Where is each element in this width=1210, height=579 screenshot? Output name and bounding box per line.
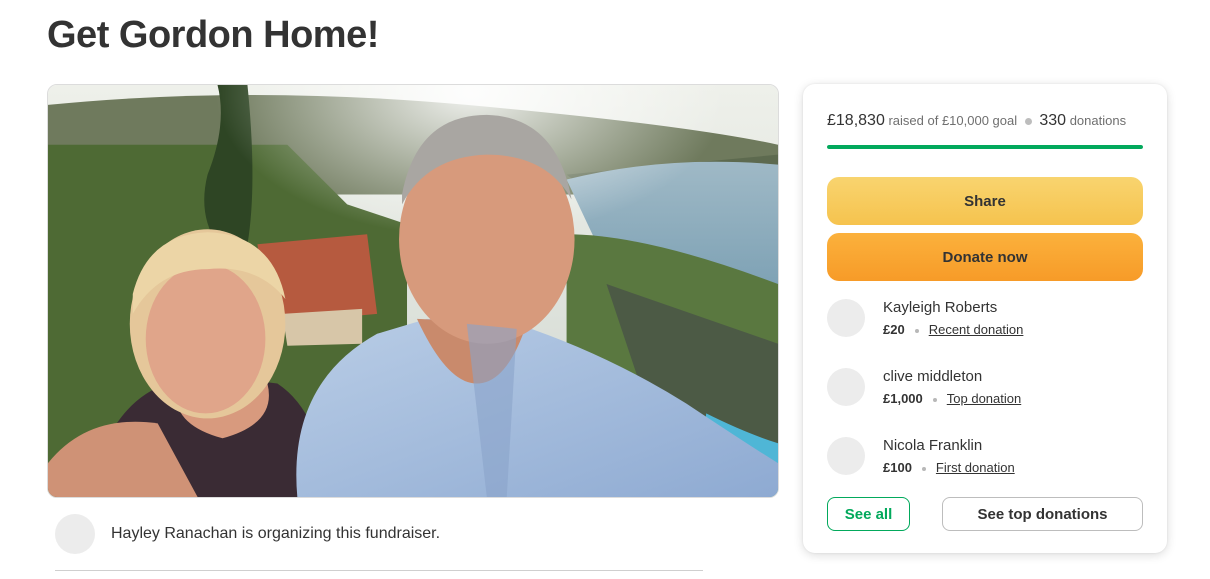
separator-dot — [914, 328, 919, 333]
donor-info: Kayleigh Roberts £20 Recent donation — [883, 298, 1023, 339]
donor-info: Nicola Franklin £100 First donation — [883, 436, 1015, 477]
separator-dot — [932, 397, 937, 402]
see-all-button[interactable]: See all — [827, 497, 910, 531]
see-top-donations-button[interactable]: See top donations — [942, 497, 1143, 531]
donor-meta: £20 Recent donation — [883, 321, 1023, 339]
donor-avatar — [827, 437, 865, 475]
donor-meta: £1,000 Top donation — [883, 390, 1021, 408]
organizer-text: Hayley Ranachan is organizing this fundr… — [111, 524, 441, 542]
share-button[interactable]: Share — [827, 177, 1143, 225]
donation-card: £18,830 raised of £10,000 goal 330 donat… — [803, 84, 1167, 553]
progress-fill — [827, 145, 1143, 149]
organizer-row: Hayley Ranachan is organizing this fundr… — [55, 513, 703, 571]
donor-amount: £1,000 — [883, 391, 923, 406]
donor-item: Nicola Franklin £100 First donation — [827, 436, 1143, 486]
campaign-photo[interactable] — [47, 84, 779, 498]
donor-amount: £20 — [883, 322, 905, 337]
goal-text: raised of £10,000 goal — [888, 113, 1018, 128]
donor-name: Kayleigh Roberts — [883, 299, 998, 316]
donate-now-button[interactable]: Donate now — [827, 233, 1143, 281]
separator-dot — [1024, 118, 1032, 126]
donor-meta: £100 First donation — [883, 459, 1015, 477]
progress-bar — [827, 145, 1143, 149]
donation-tag-link[interactable]: Top donation — [947, 391, 1021, 406]
donation-tag-link[interactable]: First donation — [936, 460, 1015, 475]
donations-label: donations — [1069, 113, 1127, 128]
donor-name: clive middleton — [883, 368, 983, 385]
donor-avatar — [827, 299, 865, 337]
donor-name: Nicola Franklin — [883, 437, 983, 454]
separator-dot — [921, 466, 926, 471]
fundraising-stats: £18,830 raised of £10,000 goal 330 donat… — [827, 112, 1126, 130]
organizer-avatar[interactable] — [55, 513, 95, 554]
donor-amount: £100 — [883, 460, 912, 475]
donation-tag-link[interactable]: Recent donation — [929, 322, 1024, 337]
donor-item: clive middleton £1,000 Top donation — [827, 367, 1143, 417]
donor-info: clive middleton £1,000 Top donation — [883, 367, 1021, 408]
donor-item: Kayleigh Roberts £20 Recent donation — [827, 298, 1143, 348]
amount-raised: £18,830 — [827, 112, 885, 129]
photo-illustration — [48, 85, 778, 497]
campaign-title: Get Gordon Home! — [47, 14, 379, 56]
fundraiser-page: Get Gordon Home! Hayley Ranachan is orga… — [0, 0, 1210, 579]
donor-avatar — [827, 368, 865, 406]
donations-count: 330 — [1039, 112, 1067, 129]
